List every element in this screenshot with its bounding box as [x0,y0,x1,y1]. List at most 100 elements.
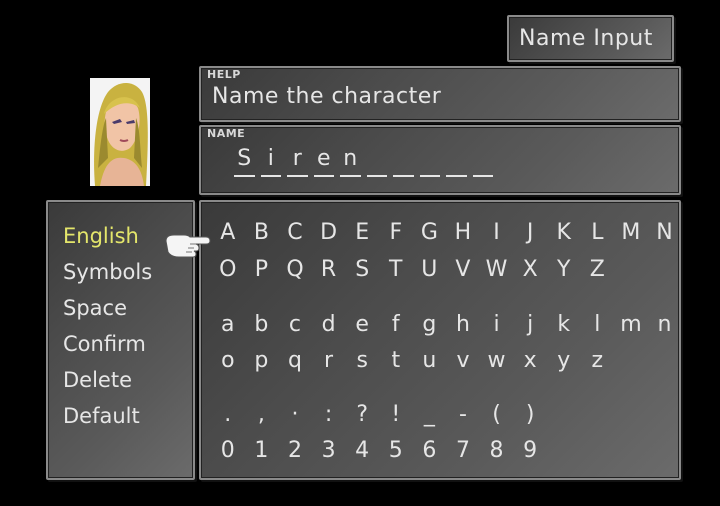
char-key[interactable]: u [413,348,447,373]
char-key[interactable]: e [345,312,379,337]
menu-item-space[interactable]: Space [63,290,152,326]
char-key[interactable]: P [245,257,279,282]
char-key[interactable]: 7 [446,438,480,463]
char-key[interactable]: i [480,312,514,337]
char-key[interactable]: - [446,402,480,427]
name-slot[interactable] [390,147,417,177]
name-slot[interactable] [364,147,391,177]
char-key[interactable]: t [379,348,413,373]
char-key[interactable]: R [312,257,346,282]
row-upper2: OPQRSTUVWXYZ [211,257,614,282]
char-key[interactable]: : [312,402,346,427]
char-key[interactable]: 3 [312,438,346,463]
char-key[interactable]: c [278,312,312,337]
name-slots[interactable]: S i r e n [231,147,496,177]
char-key[interactable]: J [513,220,547,245]
char-key[interactable]: r [312,348,346,373]
hand-pointer-icon [164,231,212,259]
char-key[interactable]: a [211,312,245,337]
char-key[interactable]: y [547,348,581,373]
char-key[interactable]: s [345,348,379,373]
char-key[interactable]: h [446,312,480,337]
char-key[interactable]: K [547,220,581,245]
char-key[interactable]: . [211,402,245,427]
char-key[interactable]: 8 [480,438,514,463]
char-key[interactable]: v [446,348,480,373]
char-key[interactable]: D [312,220,346,245]
char-key[interactable]: n [648,312,682,337]
char-key[interactable]: H [446,220,480,245]
name-slot[interactable]: i [258,147,285,177]
character-grid: ABCDEFGHIJKLMN OPQRSTUVWXYZ abcdefghijkl… [199,200,681,480]
char-key[interactable]: N [648,220,682,245]
name-tag: NAME [207,127,246,140]
char-key[interactable]: M [614,220,648,245]
char-key[interactable]: d [312,312,346,337]
char-key[interactable]: S [345,257,379,282]
char-key[interactable]: j [513,312,547,337]
row-symbols: ., ·:?! _ -() [211,402,547,427]
char-key[interactable]: g [413,312,447,337]
char-key[interactable]: · [278,402,312,427]
name-slot[interactable] [443,147,470,177]
name-slot[interactable] [417,147,444,177]
char-key[interactable]: F [379,220,413,245]
char-key[interactable]: 9 [513,438,547,463]
char-key[interactable]: O [211,257,245,282]
char-key[interactable]: 5 [379,438,413,463]
name-slot[interactable]: r [284,147,311,177]
char-key[interactable]: ! [379,402,413,427]
char-key[interactable]: U [413,257,447,282]
menu-item-delete[interactable]: Delete [63,362,152,398]
char-key[interactable]: f [379,312,413,337]
menu-item-english[interactable]: English [63,218,152,254]
name-window: NAME S i r e n [199,125,681,195]
char-key[interactable]: C [278,220,312,245]
char-key[interactable]: B [245,220,279,245]
char-key[interactable]: G [413,220,447,245]
name-slot[interactable]: e [311,147,338,177]
name-slot[interactable]: S [231,147,258,177]
char-key[interactable]: 6 [413,438,447,463]
name-slot[interactable] [470,147,497,177]
char-key[interactable]: 2 [278,438,312,463]
menu-item-confirm[interactable]: Confirm [63,326,152,362]
char-key[interactable]: z [581,348,615,373]
char-key[interactable]: T [379,257,413,282]
char-key[interactable]: q [278,348,312,373]
char-key[interactable]: 1 [245,438,279,463]
char-key[interactable]: ) [513,402,547,427]
char-key[interactable]: ( [480,402,514,427]
char-key[interactable]: o [211,348,245,373]
char-key[interactable]: E [345,220,379,245]
char-key[interactable]: I [480,220,514,245]
help-window: HELP Name the character [199,66,681,122]
char-key[interactable]: l [581,312,615,337]
row-upper1: ABCDEFGHIJKLMN [211,220,681,245]
help-text: Name the character [212,84,442,109]
char-key[interactable]: 4 [345,438,379,463]
char-key[interactable]: b [245,312,279,337]
menu-item-symbols[interactable]: Symbols [63,254,152,290]
row-lower1: abcdefghijklmn [211,312,681,337]
char-key[interactable]: m [614,312,648,337]
char-key[interactable]: 0 [211,438,245,463]
char-key[interactable]: p [245,348,279,373]
menu-item-default[interactable]: Default [63,398,152,434]
char-key[interactable]: X [513,257,547,282]
name-slot[interactable]: n [337,147,364,177]
character-portrait [90,78,150,186]
char-key[interactable]: _ [413,402,447,427]
char-key[interactable]: k [547,312,581,337]
char-key[interactable]: V [446,257,480,282]
char-key[interactable]: , [245,402,279,427]
char-key[interactable]: x [513,348,547,373]
char-key[interactable]: Z [581,257,615,282]
char-key[interactable]: w [480,348,514,373]
char-key[interactable]: W [480,257,514,282]
char-key[interactable]: Q [278,257,312,282]
char-key[interactable]: L [581,220,615,245]
char-key[interactable]: ? [345,402,379,427]
char-key[interactable]: Y [547,257,581,282]
char-key[interactable]: A [211,220,245,245]
